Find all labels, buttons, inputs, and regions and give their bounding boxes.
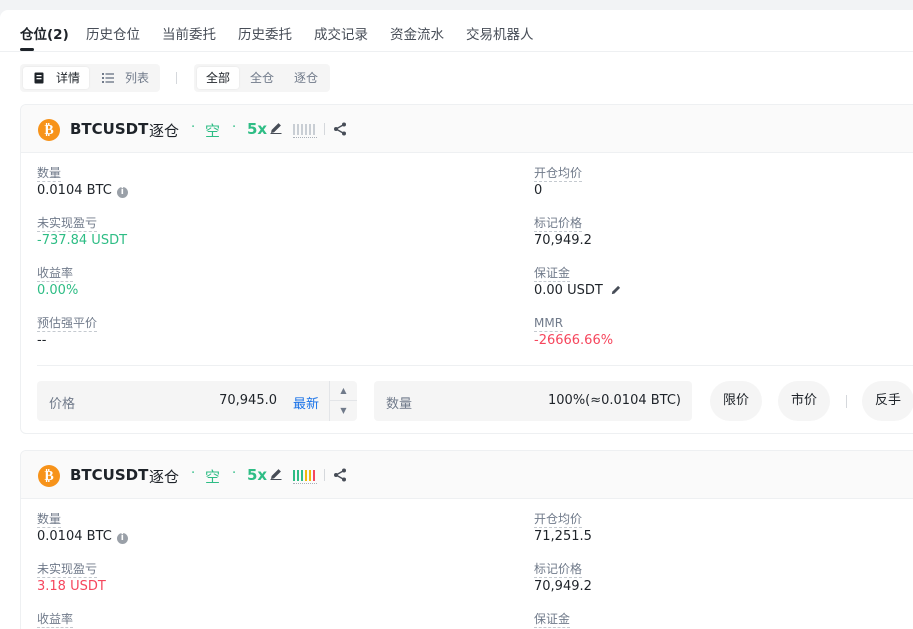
view-list-label: 列表 — [125, 71, 150, 85]
bitcoin-icon: ₿ — [38, 465, 60, 487]
view-detail-label: 详情 — [56, 71, 81, 85]
tab-trading-bots[interactable]: 交易机器人 — [466, 23, 534, 43]
position-card: ₿ BTCUSDT 逐仓 · 空 · 5x 数量 0.0104 BTC i 开仓均… — [20, 450, 913, 629]
risk-bars-icon — [293, 122, 317, 138]
position-header: ₿ BTCUSDT 逐仓 · 空 · 5x — [21, 451, 913, 499]
view-detail-button[interactable]: 详情 — [23, 67, 89, 89]
share-icon[interactable] — [333, 122, 347, 136]
risk-bars-icon — [293, 468, 317, 484]
close-price-label: 价格 — [49, 397, 76, 412]
view-list-button[interactable]: 列表 — [92, 67, 158, 89]
active-tab-indicator — [20, 48, 34, 51]
margin-label: 保证金 — [534, 266, 571, 282]
edit-icon[interactable] — [270, 468, 282, 480]
margin-mode: 逐仓 — [149, 468, 180, 486]
roe-label: 收益率 — [37, 266, 74, 282]
filter-cross-button[interactable]: 全仓 — [241, 67, 283, 89]
close-quantity-value[interactable]: 100%(≈0.0104 BTC) — [548, 393, 681, 408]
position-symbol[interactable]: BTCUSDT — [70, 120, 148, 138]
margin-filter: 全部 全仓 逐仓 — [194, 64, 330, 92]
tab-fund-flow[interactable]: 资金流水 — [390, 23, 444, 43]
close-quantity-input[interactable]: 数量 100%(≈0.0104 BTC) — [374, 381, 692, 421]
mark-price-value: 70,949.2 — [534, 233, 592, 248]
mark-price-value: 70,949.2 — [534, 579, 592, 594]
roe-value: 0.00% — [37, 283, 79, 298]
separator-dot: · — [191, 466, 196, 481]
leverage: 5x — [247, 466, 268, 484]
header-divider — [324, 123, 325, 135]
tab-position-history[interactable]: 历史仓位 — [86, 23, 140, 43]
margin-value: 0.00 USDT — [534, 283, 621, 298]
limit-close-button[interactable]: 限价 — [710, 381, 762, 421]
tab-order-history[interactable]: 历史委托 — [238, 23, 292, 43]
entry-price-label: 开仓均价 — [534, 166, 583, 182]
separator-dot: · — [232, 466, 237, 481]
edit-icon[interactable] — [611, 285, 621, 295]
reverse-button[interactable]: 反手 — [862, 381, 913, 421]
entry-price-value: 0 — [534, 183, 543, 198]
tab-open-orders[interactable]: 当前委托 — [162, 23, 216, 43]
positions-panel: 仓位(2) 历史仓位 当前委托 历史委托 成交记录 资金流水 交易机器人 详情 … — [0, 10, 913, 629]
info-icon[interactable]: i — [116, 187, 128, 198]
mark-price-label: 标记价格 — [534, 216, 583, 232]
close-quantity-label: 数量 — [386, 397, 413, 412]
position-side: 空 — [205, 468, 221, 486]
bitcoin-icon: ₿ — [38, 119, 60, 141]
position-side: 空 — [205, 122, 221, 140]
quantity-label: 数量 — [37, 166, 62, 182]
position-card: ₿ BTCUSDT 逐仓 · 空 · 5x 数量 0.0104 BTC i 开仓均… — [20, 104, 913, 434]
unrealized-pnl-value: -737.84 USDT — [37, 233, 128, 248]
toolbar-divider — [176, 72, 177, 84]
close-price-value[interactable]: 70,945.0 — [219, 393, 277, 408]
tab-positions[interactable]: 仓位(2) — [20, 23, 69, 43]
leverage: 5x — [247, 120, 268, 138]
close-price-input[interactable]: 价格 70,945.0 最新 ▲ ▼ — [37, 381, 357, 421]
quantity-value: 0.0104 BTC i — [37, 183, 128, 198]
filter-isolated-button[interactable]: 逐仓 — [285, 67, 327, 89]
position-symbol[interactable]: BTCUSDT — [70, 466, 148, 484]
market-close-button[interactable]: 市价 — [778, 381, 830, 421]
mmr-label: MMR — [534, 316, 564, 332]
action-divider — [846, 395, 847, 408]
latest-price-button[interactable]: 最新 — [293, 393, 319, 412]
detail-icon — [34, 72, 44, 84]
header-divider — [324, 469, 325, 481]
entry-price-value: 71,251.5 — [534, 529, 592, 544]
tab-bar: 仓位(2) 历史仓位 当前委托 历史委托 成交记录 资金流水 交易机器人 — [0, 10, 913, 52]
margin-mode: 逐仓 — [149, 122, 180, 140]
caret-down-icon[interactable]: ▼ — [330, 401, 357, 421]
separator-dot: · — [232, 120, 237, 135]
edit-icon[interactable] — [270, 122, 282, 134]
unrealized-pnl-value: 3.18 USDT — [37, 579, 106, 594]
card-divider — [37, 365, 913, 366]
info-icon[interactable]: i — [116, 533, 128, 544]
liq-price-label: 预估强平价 — [37, 316, 98, 332]
mmr-value: -26666.66% — [534, 333, 614, 348]
entry-price-label: 开仓均价 — [534, 512, 583, 528]
tab-trade-history[interactable]: 成交记录 — [314, 23, 368, 43]
margin-label: 保证金 — [534, 612, 571, 628]
quantity-label: 数量 — [37, 512, 62, 528]
view-toggle: 详情 列表 — [20, 64, 160, 92]
filter-all-button[interactable]: 全部 — [197, 67, 239, 89]
mark-price-label: 标记价格 — [534, 562, 583, 578]
liq-price-value: -- — [37, 333, 47, 348]
caret-up-icon[interactable]: ▲ — [330, 381, 357, 401]
quantity-value: 0.0104 BTC i — [37, 529, 128, 544]
share-icon[interactable] — [333, 468, 347, 482]
list-icon — [102, 73, 114, 83]
unrealized-pnl-label: 未实现盈亏 — [37, 216, 98, 232]
roe-label: 收益率 — [37, 612, 74, 628]
price-stepper: ▲ ▼ — [329, 381, 357, 421]
position-header: ₿ BTCUSDT 逐仓 · 空 · 5x — [21, 105, 913, 153]
separator-dot: · — [191, 120, 196, 135]
unrealized-pnl-label: 未实现盈亏 — [37, 562, 98, 578]
